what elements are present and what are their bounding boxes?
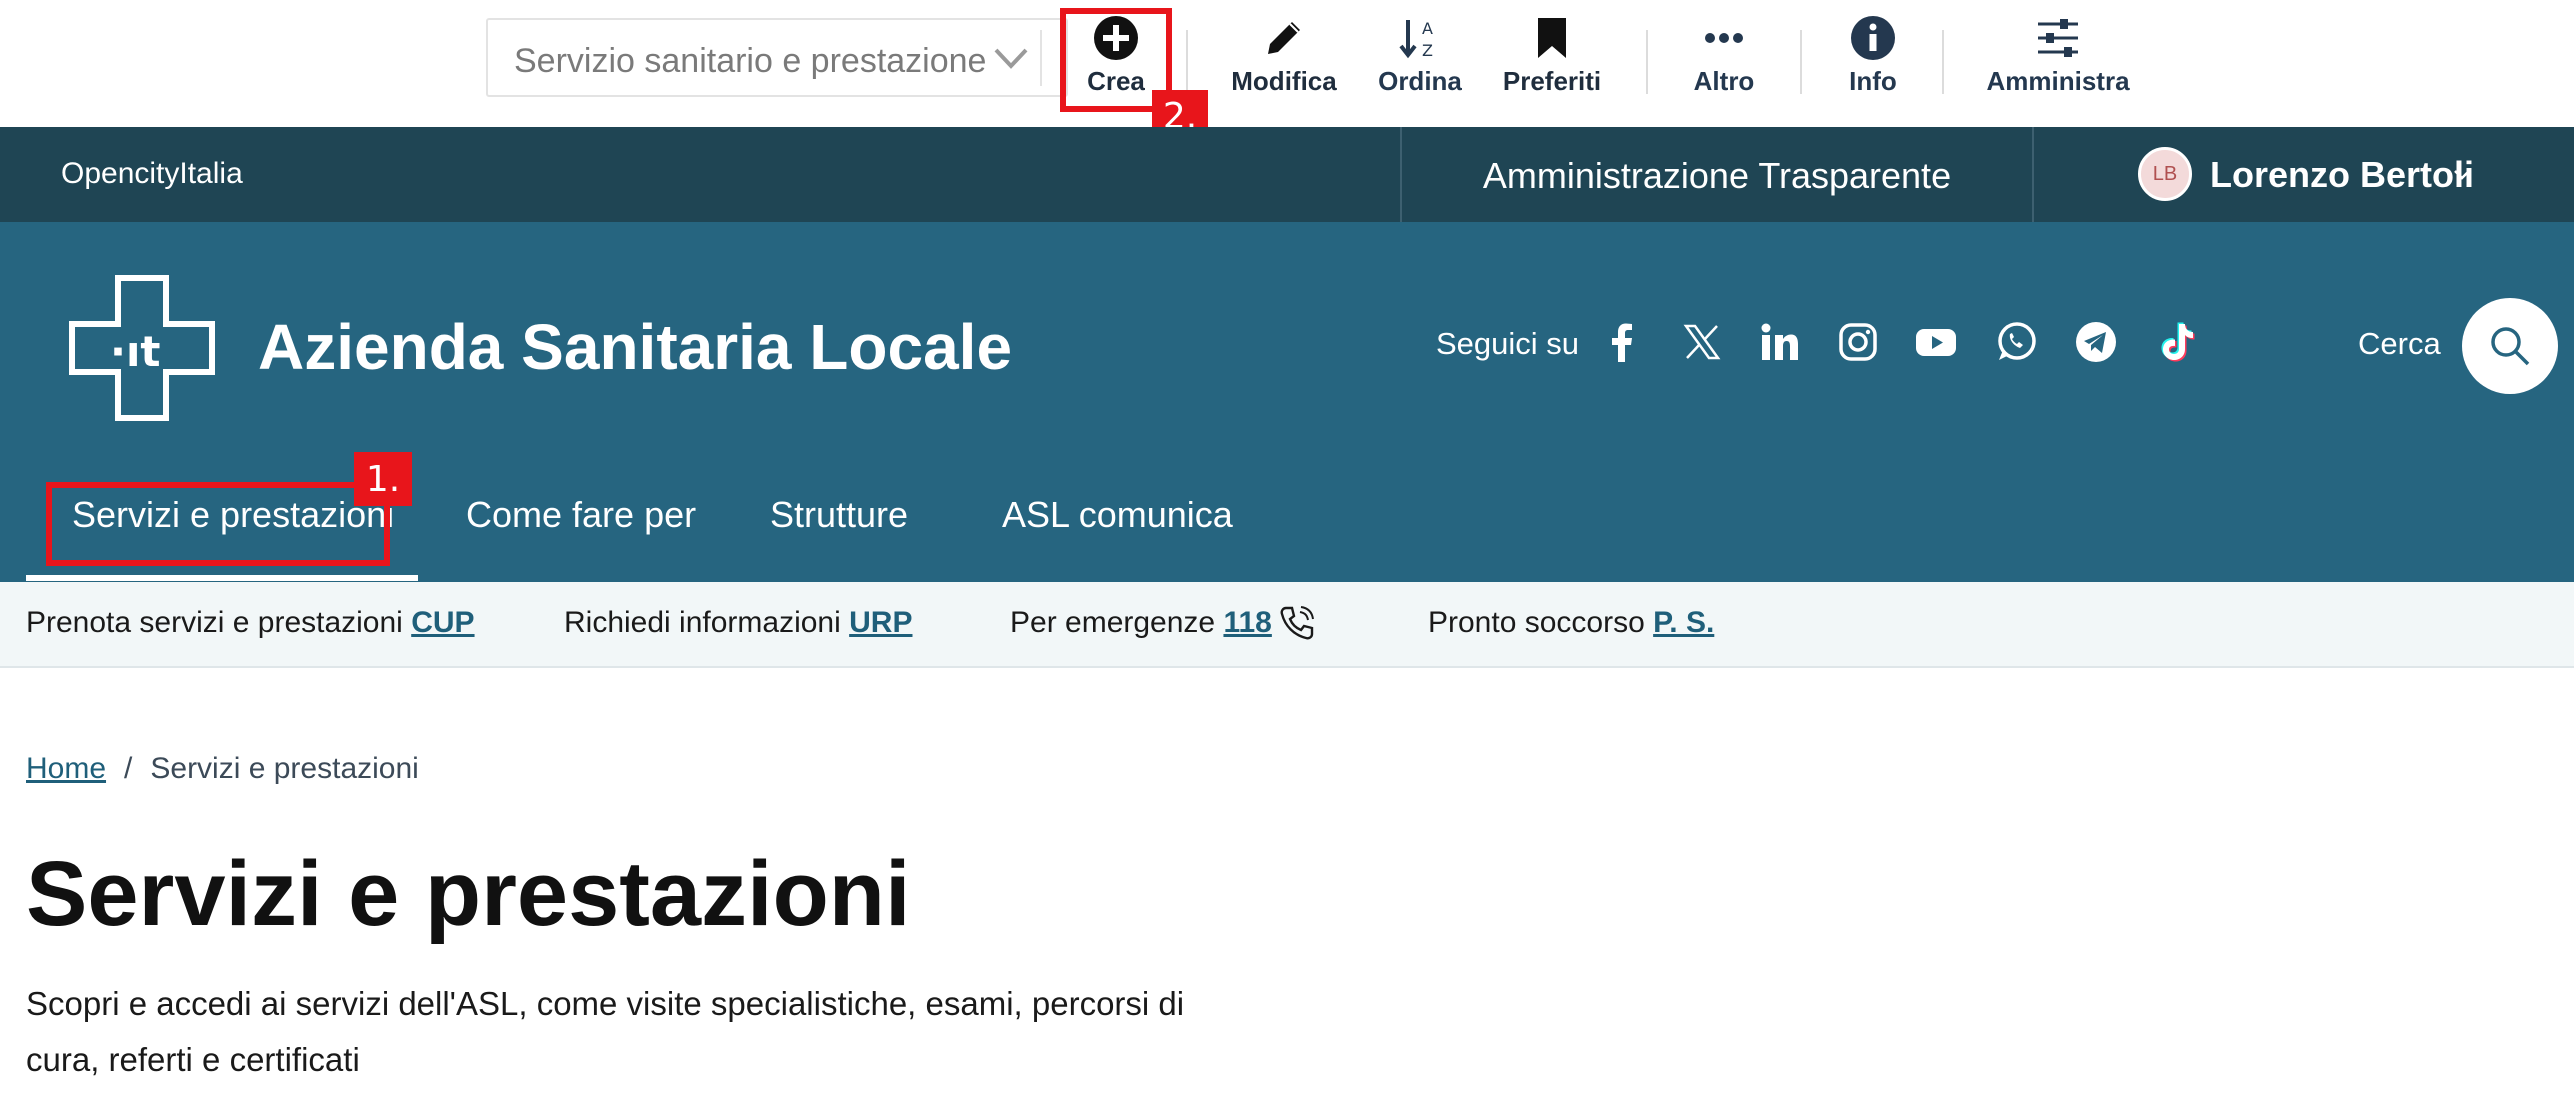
utility-item-urp: Richiedi informazioni URP [564, 606, 912, 640]
annotation-label-1: 1. [354, 452, 412, 506]
toolbar-separator [1942, 30, 1944, 94]
page-title: Servizi e prestazioni [26, 843, 911, 945]
user-name: Lorenzo Bertoli [2210, 154, 2475, 195]
svg-text:Z: Z [1422, 41, 1433, 60]
search-label: Cerca [2358, 326, 2441, 361]
info-button-label: Info [1849, 66, 1897, 96]
transparent-administration-link[interactable]: Amministrazione Trasparente [1402, 155, 2032, 197]
toolbar-separator [1646, 30, 1648, 94]
x-icon[interactable] [1680, 320, 1724, 364]
sliders-icon [2038, 19, 2078, 57]
nav-item-news[interactable]: ASL comunica [1002, 494, 1233, 536]
toolbar-separator [1186, 30, 1188, 94]
utility-text: Pronto soccorso [1428, 606, 1645, 639]
utility-bar: Prenota servizi e prestazioni CUP Richie… [0, 582, 2574, 668]
chevron-down-icon [2454, 170, 2470, 180]
linkedin-icon[interactable] [1758, 320, 1802, 364]
utility-text: Per emergenze [1010, 606, 1216, 639]
page-description: Scopri e accedi ai servizi dell'ASL, com… [26, 985, 1185, 1078]
site-logo[interactable]: ·ıt [68, 274, 216, 422]
whatsapp-icon[interactable] [1994, 320, 2038, 364]
nav-item-how-to[interactable]: Come fare per [466, 494, 696, 536]
edit-button-label: Modifica [1231, 66, 1337, 96]
instagram-icon[interactable] [1836, 320, 1880, 364]
annotation-box-services [46, 482, 390, 566]
edit-button[interactable]: Modifica [1230, 14, 1338, 104]
more-button-label: Altro [1693, 66, 1755, 96]
phone-icon [1280, 606, 1314, 640]
utility-item-cup: Prenota servizi e prestazioni CUP [26, 606, 475, 640]
slim-header: OpencityItalia Amministrazione Trasparen… [0, 127, 2574, 222]
content-class-select[interactable]: Servizio sanitario e prestazione [486, 18, 1068, 97]
urp-link[interactable]: URP [849, 606, 912, 639]
breadcrumb-separator: / [124, 752, 133, 785]
info-button[interactable]: Info [1846, 14, 1900, 104]
search-button[interactable] [2462, 298, 2558, 394]
nav-active-indicator [26, 575, 418, 581]
admin-toolbar: Servizio sanitario e prestazione Crea Mo… [0, 0, 2574, 142]
bookmark-icon [1538, 18, 1566, 58]
tiktok-icon[interactable] [2154, 320, 2198, 364]
admin-button[interactable]: Amministra [1986, 14, 2130, 104]
select-divider [1040, 30, 1042, 86]
sort-button[interactable]: A Z Ordina [1378, 14, 1462, 104]
utility-text: Richiedi informazioni [564, 606, 841, 639]
breadcrumb-current: Servizi e prestazioni [150, 752, 419, 785]
logo-text: ·ıt [110, 327, 160, 376]
emergency-number-link[interactable]: 118 [1223, 606, 1271, 639]
cup-link[interactable]: CUP [411, 606, 474, 639]
youtube-icon[interactable] [1914, 320, 1958, 364]
facebook-icon[interactable] [1600, 320, 1644, 364]
chevron-down-icon [994, 48, 1028, 69]
admin-button-label: Amministra [1986, 66, 2130, 96]
breadcrumb-home-link[interactable]: Home [26, 752, 106, 785]
er-link[interactable]: P. S. [1653, 606, 1714, 639]
search-icon [2491, 327, 2530, 366]
nav-item-facilities[interactable]: Strutture [770, 494, 908, 536]
more-button[interactable]: Altro [1690, 14, 1758, 104]
bookmarks-button[interactable]: Preferiti [1502, 14, 1602, 104]
info-icon [1851, 16, 1895, 60]
follow-us-label: Seguici su [1436, 326, 1580, 361]
content-class-select-value: Servizio sanitario e prestazione [514, 42, 987, 80]
breadcrumb: Home / Servizi e prestazioni [26, 752, 419, 786]
center-header: ·ıt Azienda Sanitaria Locale Seguici su [0, 222, 2574, 582]
telegram-icon[interactable] [2074, 320, 2118, 364]
bookmarks-button-label: Preferiti [1502, 66, 1602, 96]
site-title[interactable]: Azienda Sanitaria Locale [258, 310, 1012, 384]
pencil-icon [1268, 22, 1300, 54]
utility-item-emergency: Per emergenze 118 [1010, 606, 1272, 640]
toolbar-separator [1800, 30, 1802, 94]
slim-header-separator [2032, 127, 2034, 222]
utility-item-er: Pronto soccorso P. S. [1428, 606, 1714, 640]
utility-text: Prenota servizi e prestazioni [26, 606, 403, 639]
slim-header-brand-link[interactable]: OpencityItalia [61, 157, 243, 191]
svg-text:A: A [1422, 19, 1433, 38]
sort-alpha-icon: A Z [1399, 19, 1433, 60]
avatar: LB [2138, 147, 2192, 201]
ellipsis-icon [1705, 33, 1743, 43]
sort-button-label: Ordina [1378, 66, 1462, 96]
